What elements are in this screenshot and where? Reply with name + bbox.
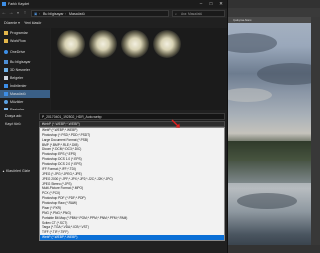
sidebar-item-label: Belgeler [10, 76, 24, 80]
dialog-title: Farklı Kaydet [8, 2, 30, 6]
computer-icon: ▣ [34, 12, 38, 16]
forward-arrow-icon[interactable]: → [8, 10, 14, 17]
search-placeholder: Ara: Masaüstü [181, 12, 203, 16]
breadcrumb[interactable]: ▣ › Bu bilgisayar › Masaüstü [31, 10, 169, 17]
sidebar-item-label: Masaüstü [10, 92, 26, 96]
desktop-icon [4, 92, 8, 96]
folder-icon [4, 31, 8, 35]
minimize-button[interactable]: – [196, 0, 206, 8]
up-arrow-icon[interactable]: ↑ [22, 10, 28, 17]
file-thumbnail[interactable] [121, 30, 149, 58]
canvas-photo [227, 23, 311, 253]
file-type-option[interactable]: WebP (*.WEBP;*.WEBP) [40, 235, 224, 240]
photoshop-icon [2, 2, 6, 6]
organize-button[interactable]: Düzenle ▾ [4, 19, 20, 27]
chevron-right-icon: › [65, 12, 67, 16]
sidebar-item-label: Müzikler [10, 100, 24, 104]
file-list [51, 28, 227, 110]
back-arrow-icon[interactable]: ← [1, 10, 7, 17]
red-arrow-annotation [171, 119, 180, 128]
file-type-dropdown: WebP (*.WEBP;*.WEBP) Photoshop (*.PSD;*.P… [39, 127, 225, 241]
hide-folders-button[interactable]: ▲Klasörleri Gizle [2, 168, 30, 174]
sidebar-item-label: Bu bilgisayar [10, 60, 31, 64]
chevron-up-icon: ▲ [2, 169, 5, 173]
sidebar-item-label: 3D Nesneler [10, 68, 30, 72]
computer-icon [4, 60, 8, 64]
sidebar-item-3d-objects[interactable]: 3D Nesneler [0, 66, 50, 74]
search-input[interactable]: ⌕ Ara: Masaüstü [172, 10, 225, 17]
sidebar-item-label: İndirilenler [10, 84, 27, 88]
sidebar-item-downloads[interactable]: İndirilenler [0, 82, 50, 90]
sidebar-item-label: Programlar [10, 31, 28, 35]
file-type-label: Kayıt türü: [5, 122, 22, 126]
sidebar-item-label: WorkFlow [10, 39, 26, 43]
sidebar-item-workflow[interactable]: WorkFlow [0, 37, 50, 45]
music-icon [4, 100, 8, 104]
close-button[interactable]: ✕ [216, 0, 226, 8]
new-folder-button[interactable]: Yeni klasör [24, 19, 41, 27]
dialog-titlebar: Farklı Kaydet – □ ✕ [0, 0, 227, 8]
file-name-label: Dosya adı: [5, 114, 23, 118]
maximize-button[interactable]: □ [206, 0, 216, 8]
sidebar-item-desktop[interactable]: Masaüstü [0, 90, 50, 98]
sidebar-item-programlar[interactable]: Programlar [0, 29, 50, 37]
breadcrumb-item[interactable]: Masaüstü [69, 11, 85, 17]
photoshop-right-panel [311, 17, 320, 253]
breadcrumb-item[interactable]: Bu bilgisayar [43, 11, 64, 17]
chevron-right-icon: › [39, 12, 41, 16]
folder-icon [4, 39, 8, 43]
download-icon [4, 84, 8, 88]
cloud-icon [4, 50, 8, 54]
search-icon: ⌕ [175, 12, 177, 16]
recent-chevron-icon[interactable]: ▾ [15, 10, 21, 17]
sidebar-item-documents[interactable]: Belgeler [0, 74, 50, 82]
file-thumbnail[interactable] [153, 30, 181, 58]
sidebar-item-onedrive[interactable]: OneDrive [0, 48, 50, 56]
sidebar-item-this-pc[interactable]: Bu bilgisayar [0, 58, 50, 66]
command-bar: Düzenle ▾ Yeni klasör [0, 19, 227, 27]
file-name-input[interactable]: P_20170401_192502_HDR_Auto.webp [39, 113, 225, 120]
file-thumbnail[interactable] [89, 30, 117, 58]
sidebar-item-music[interactable]: Müzikler [0, 98, 50, 106]
sidebar-item-label: OneDrive [10, 50, 26, 54]
cube-icon [4, 68, 8, 72]
save-as-dialog: Farklı Kaydet – □ ✕ ← → ▾ ↑ ▣ › Bu bilgi… [0, 0, 228, 253]
file-name-value: P_20170401_192502_HDR_Auto.webp [42, 115, 102, 119]
hide-folders-label: Klasörleri Gizle [5, 169, 31, 173]
document-icon [4, 76, 8, 80]
file-thumbnail[interactable] [57, 30, 85, 58]
